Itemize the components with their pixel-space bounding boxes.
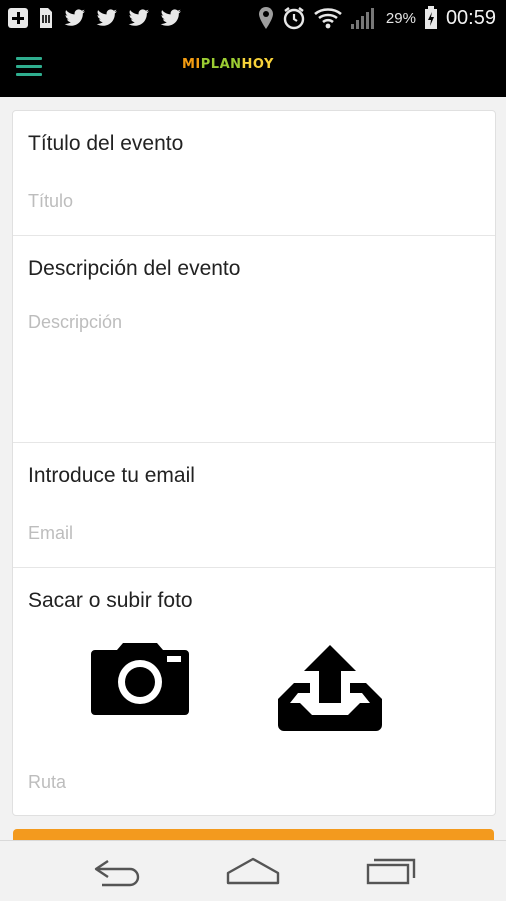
menu-icon[interactable] bbox=[16, 57, 42, 77]
path-input[interactable] bbox=[28, 772, 468, 793]
app-bar: MIPLANHOY bbox=[0, 37, 506, 97]
system-nav-bar bbox=[0, 840, 506, 901]
location-icon bbox=[258, 7, 273, 29]
upload-icon[interactable] bbox=[278, 643, 382, 731]
title-label: Título del evento bbox=[28, 132, 184, 155]
wifi-icon bbox=[314, 8, 342, 29]
signal-icon bbox=[350, 8, 374, 29]
logo-part-mi: MI bbox=[182, 57, 201, 72]
photo-label: Sacar o subir foto bbox=[28, 589, 193, 612]
logo-part-hoy: HOY bbox=[241, 57, 274, 72]
title-section: Título del evento bbox=[13, 111, 495, 236]
title-input[interactable] bbox=[28, 191, 468, 212]
twitter-icon bbox=[64, 9, 85, 26]
description-section: Descripción del evento bbox=[13, 236, 495, 443]
back-icon[interactable] bbox=[88, 851, 148, 891]
twitter-icon bbox=[96, 9, 117, 26]
app-logo: MIPLANHOY bbox=[182, 57, 274, 72]
email-label: Introduce tu email bbox=[28, 464, 195, 487]
plus-icon bbox=[8, 8, 28, 28]
description-label: Descripción del evento bbox=[28, 257, 241, 280]
event-form: Título del evento Descripción del evento… bbox=[12, 110, 496, 816]
status-notifications bbox=[8, 6, 182, 30]
twitter-icon bbox=[160, 9, 181, 26]
battery-icon bbox=[424, 6, 437, 29]
battery-percent: 29% bbox=[385, 9, 416, 27]
twitter-icon bbox=[128, 9, 149, 26]
description-input[interactable] bbox=[28, 312, 468, 422]
alarm-icon bbox=[283, 7, 305, 30]
email-section: Introduce tu email bbox=[13, 443, 495, 568]
file-icon bbox=[40, 8, 52, 28]
home-icon[interactable] bbox=[223, 851, 283, 891]
email-input[interactable] bbox=[28, 523, 468, 544]
status-bar: 29% 00:59 bbox=[0, 0, 506, 37]
clock: 00:59 bbox=[445, 6, 496, 29]
photo-section: Sacar o subir foto bbox=[13, 568, 495, 814]
logo-part-plan: PLAN bbox=[200, 57, 242, 72]
recents-icon[interactable] bbox=[360, 851, 420, 891]
status-system: 29% 00:59 bbox=[258, 5, 496, 31]
camera-icon[interactable] bbox=[91, 642, 189, 715]
